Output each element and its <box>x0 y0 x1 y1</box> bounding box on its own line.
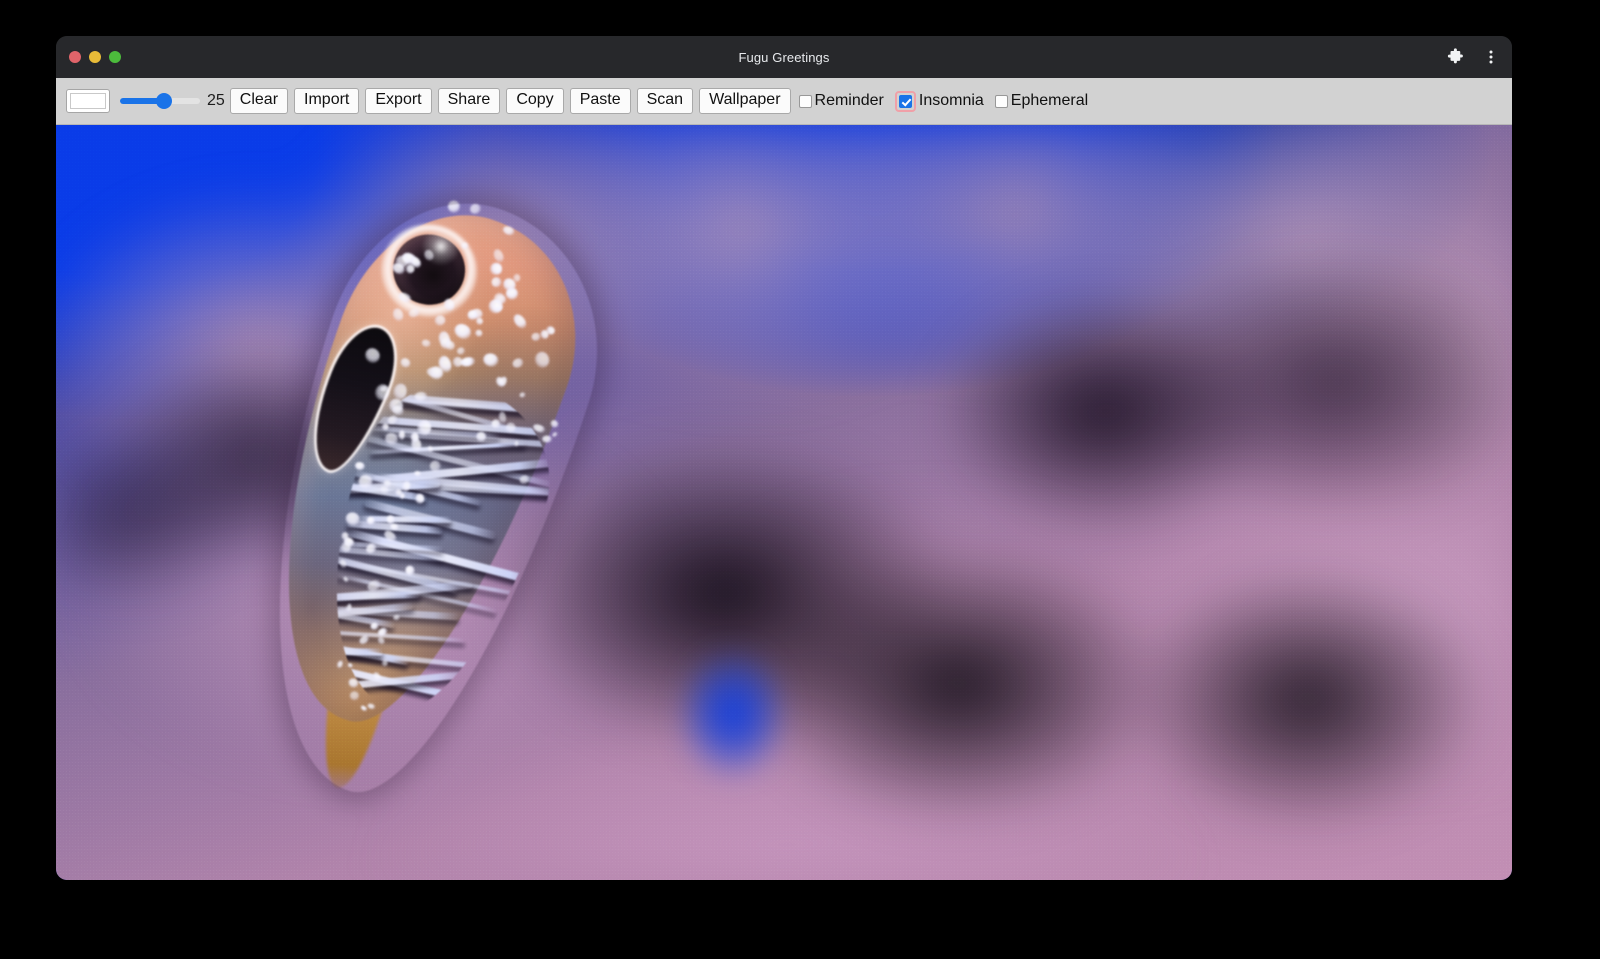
slider-value-label: 25 <box>207 92 225 110</box>
reminder-checkbox-label: Reminder <box>815 92 884 110</box>
ephemeral-checkbox[interactable] <box>995 95 1008 108</box>
share-button[interactable]: Share <box>438 88 501 114</box>
insomnia-checkbox-group[interactable]: Insomnia <box>895 91 993 112</box>
ephemeral-checkbox-label: Ephemeral <box>1011 92 1088 110</box>
window-titlebar: Fugu Greetings <box>56 36 1512 78</box>
extensions-icon[interactable] <box>1444 46 1466 68</box>
app-toolbar: 25 Clear Import Export Share Copy Paste … <box>56 78 1512 125</box>
minimize-button[interactable] <box>89 51 101 63</box>
browser-window: Fugu Greetings <box>56 36 1512 880</box>
desktop-background: Fugu Greetings <box>0 0 1600 959</box>
maximize-button[interactable] <box>109 51 121 63</box>
stroke-width-slider[interactable] <box>120 91 200 111</box>
reminder-checkbox-group[interactable]: Reminder <box>799 92 893 110</box>
wallpaper-button[interactable]: Wallpaper <box>699 88 790 114</box>
export-button[interactable]: Export <box>365 88 431 114</box>
window-controls <box>69 36 121 78</box>
copy-button[interactable]: Copy <box>506 88 563 114</box>
clear-button[interactable]: Clear <box>230 88 288 114</box>
close-button[interactable] <box>69 51 81 63</box>
color-picker[interactable] <box>66 89 110 113</box>
photo-grain-overlay <box>56 125 1512 880</box>
drawing-canvas[interactable] <box>56 125 1512 880</box>
browser-menu-icon[interactable] <box>1480 46 1502 68</box>
insomnia-checkbox-label: Insomnia <box>919 92 984 110</box>
slider-thumb[interactable] <box>156 93 172 109</box>
page-title: Fugu Greetings <box>56 50 1512 65</box>
ephemeral-checkbox-group[interactable]: Ephemeral <box>995 92 1097 110</box>
insomnia-focus-ring <box>895 91 916 112</box>
import-button[interactable]: Import <box>294 88 359 114</box>
reminder-checkbox[interactable] <box>799 95 812 108</box>
titlebar-actions <box>1444 36 1502 78</box>
insomnia-checkbox[interactable] <box>899 95 912 108</box>
paste-button[interactable]: Paste <box>570 88 631 114</box>
color-picker-swatch <box>70 93 106 109</box>
scan-button[interactable]: Scan <box>637 88 693 114</box>
